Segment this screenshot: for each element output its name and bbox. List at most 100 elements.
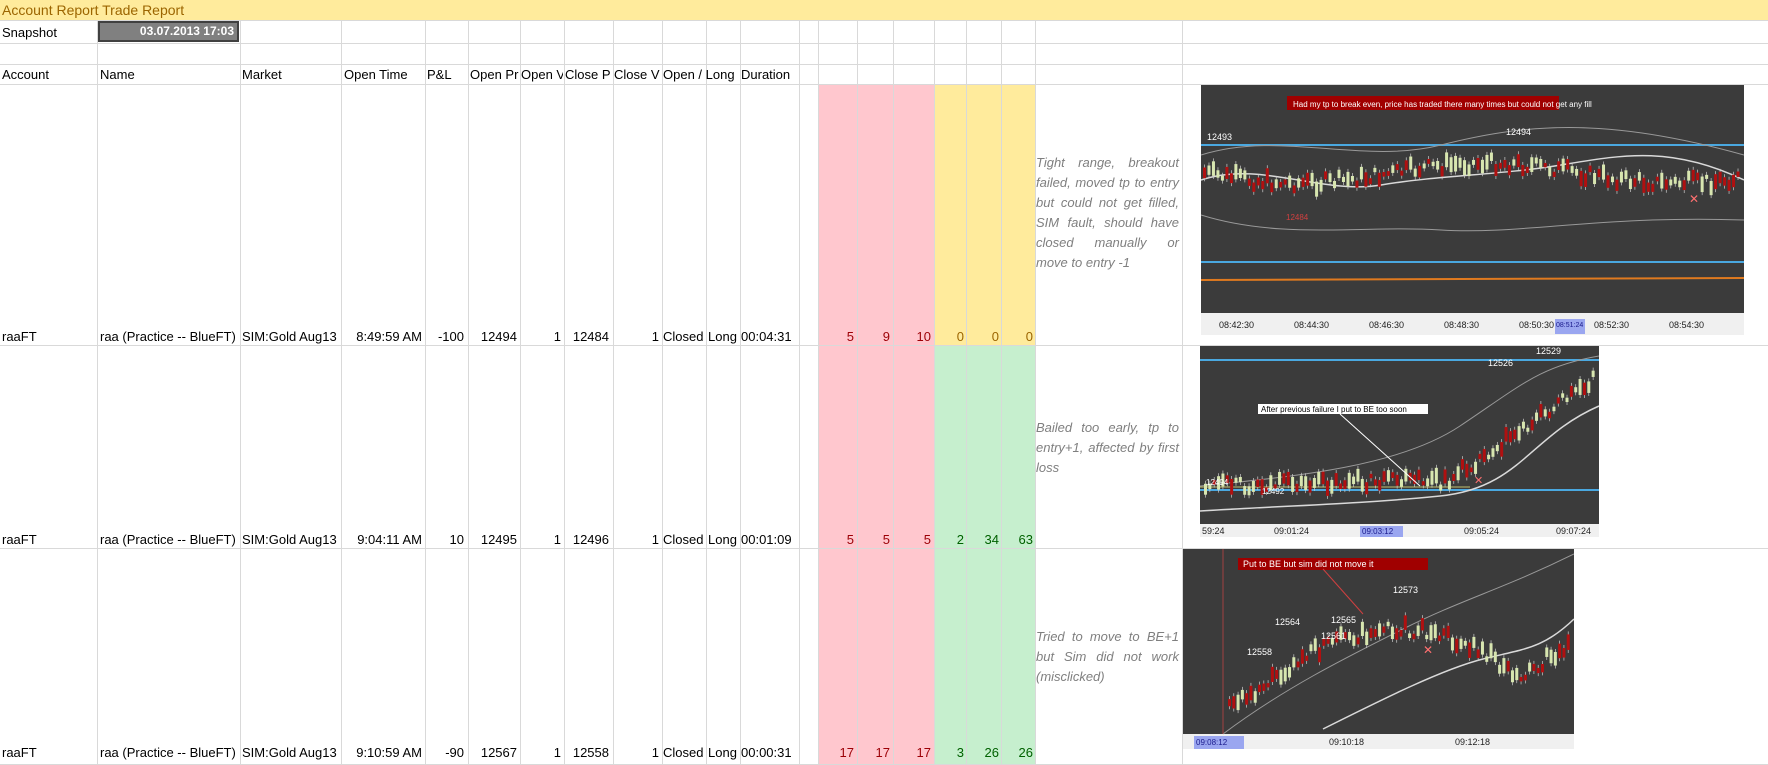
cell-open-volume[interactable]: 1 <box>521 328 561 346</box>
candle-body <box>1678 180 1682 188</box>
cell-metric-red[interactable]: 5 <box>894 531 931 549</box>
cell-open-time[interactable]: 9:04:11 AM <box>342 531 422 549</box>
cell-metric-red[interactable]: 9 <box>858 328 890 346</box>
cell-pnl[interactable]: 10 <box>426 531 464 549</box>
cell-pnl[interactable]: -90 <box>426 744 464 762</box>
cell-open-price[interactable]: 12494 <box>469 328 517 346</box>
cell-side[interactable]: Long <box>708 744 740 762</box>
cell-close-volume[interactable]: 1 <box>614 328 659 346</box>
cell-side[interactable]: Long <box>708 328 740 346</box>
candle-body <box>1552 171 1556 178</box>
cell-account[interactable]: raaFT <box>2 328 96 346</box>
candle-body <box>1487 454 1491 460</box>
chart-2-exit-marker: ✕ <box>1474 475 1483 487</box>
trade-note[interactable]: Bailed too early, tp to entry+1, affecte… <box>1036 418 1179 478</box>
trade-chart-2[interactable]: After previous failure I put to BE too s… <box>1200 346 1599 537</box>
header-open-price[interactable]: Open Pr <box>470 66 519 84</box>
cell-account[interactable]: raaFT <box>2 531 96 549</box>
candle-body <box>1506 660 1510 672</box>
cell-metric-green[interactable]: 63 <box>1002 531 1033 549</box>
candle-body <box>1584 173 1588 187</box>
header-open-time[interactable]: Open Time <box>344 66 424 84</box>
cell-open-time[interactable]: 8:49:59 AM <box>342 328 422 346</box>
chart-3-svg: Put to BE but sim did not move it 12564 … <box>1183 549 1574 749</box>
header-account[interactable]: Account <box>2 66 97 84</box>
header-pnl[interactable]: P&L <box>427 66 467 84</box>
cell-metric-green[interactable]: 2 <box>935 531 964 549</box>
cell-metric-green[interactable]: 0 <box>967 328 999 346</box>
cell-duration[interactable]: 00:00:31 <box>741 744 799 762</box>
cell-status[interactable]: Closed <box>663 328 706 346</box>
cell-close-price[interactable]: 12496 <box>565 531 609 549</box>
cell-duration[interactable]: 00:01:09 <box>741 531 799 549</box>
header-open-long[interactable]: Open / Long <box>663 66 741 84</box>
header-close-volume[interactable]: Close V <box>614 66 661 84</box>
candle-body <box>1513 429 1517 440</box>
cell-open-price[interactable]: 12567 <box>469 744 517 762</box>
grid-column-line <box>706 20 707 765</box>
cell-close-price[interactable]: 12558 <box>565 744 609 762</box>
chart-2-price-label: 12494 <box>1206 478 1229 487</box>
candle-body <box>1234 164 1238 180</box>
candle-body <box>1341 176 1345 183</box>
header-duration[interactable]: Duration <box>741 66 801 84</box>
candle-body <box>1669 179 1673 186</box>
cell-metric-green[interactable]: 26 <box>967 744 999 762</box>
cell-open-price[interactable]: 12495 <box>469 531 517 549</box>
cell-open-volume[interactable]: 1 <box>521 531 561 549</box>
chart-1-price-label: 12493 <box>1207 132 1232 142</box>
chart-3-price-label: 12561 <box>1321 631 1346 641</box>
candle-body <box>1570 166 1574 173</box>
candle-body <box>1651 183 1655 192</box>
cell-metric-red[interactable]: 10 <box>894 328 931 346</box>
snapshot-value-cell[interactable]: 03.07.2013 17:03 <box>98 21 239 42</box>
cell-metric-green[interactable]: 0 <box>1002 328 1033 346</box>
cell-open-time[interactable]: 9:10:59 AM <box>342 744 422 762</box>
trade-note[interactable]: Tight range, breakout failed, moved tp t… <box>1036 153 1179 273</box>
cell-metric-green[interactable]: 26 <box>1002 744 1033 762</box>
cell-pnl[interactable]: -100 <box>426 328 464 346</box>
cell-name[interactable]: raa (Practice -- BlueFT) <box>100 531 240 549</box>
cell-name[interactable]: raa (Practice -- BlueFT) <box>100 744 240 762</box>
cell-metric-red[interactable]: 5 <box>858 531 890 549</box>
trade-chart-1[interactable]: Had my tp to break even, price has trade… <box>1201 85 1744 335</box>
candle-body <box>1356 468 1360 482</box>
cell-side[interactable]: Long <box>708 531 740 549</box>
cell-market[interactable]: SIM:Gold Aug13 <box>242 744 340 762</box>
candle-body <box>1543 162 1547 168</box>
cell-market[interactable]: SIM:Gold Aug13 <box>242 531 340 549</box>
header-close-price[interactable]: Close P <box>565 66 612 84</box>
header-open-volume[interactable]: Open V <box>521 66 563 84</box>
header-market[interactable]: Market <box>242 66 340 84</box>
candle-body <box>1279 181 1283 188</box>
cell-name[interactable]: raa (Practice -- BlueFT) <box>100 328 240 346</box>
cell-metric-red[interactable]: 5 <box>819 531 854 549</box>
cell-metric-red[interactable]: 5 <box>819 328 854 346</box>
chart-3-time-label: 09:08:12 <box>1196 738 1228 747</box>
cell-status[interactable]: Closed <box>663 531 706 549</box>
grid-column-line <box>934 20 935 765</box>
cell-duration[interactable]: 00:04:31 <box>741 328 799 346</box>
header-name[interactable]: Name <box>100 66 240 84</box>
cell-metric-red[interactable]: 17 <box>819 744 854 762</box>
candle-body <box>1274 179 1278 189</box>
candle-body <box>1236 694 1240 711</box>
candle-body <box>1238 476 1242 483</box>
cell-metric-red[interactable]: 17 <box>858 744 890 762</box>
cell-close-volume[interactable]: 1 <box>614 531 659 549</box>
candle-body <box>1438 635 1442 642</box>
cell-metric-red[interactable]: 17 <box>894 744 931 762</box>
candle-body <box>1709 180 1713 196</box>
cell-metric-green[interactable]: 34 <box>967 531 999 549</box>
cell-metric-green[interactable]: 0 <box>935 328 964 346</box>
cell-close-price[interactable]: 12484 <box>565 328 609 346</box>
trade-chart-3[interactable]: Put to BE but sim did not move it 12564 … <box>1183 549 1574 749</box>
cell-close-volume[interactable]: 1 <box>614 744 659 762</box>
cell-market[interactable]: SIM:Gold Aug13 <box>242 328 340 346</box>
candle-body <box>1325 480 1329 496</box>
cell-metric-green[interactable]: 3 <box>935 744 964 762</box>
cell-account[interactable]: raaFT <box>2 744 96 762</box>
cell-open-volume[interactable]: 1 <box>521 744 561 762</box>
cell-status[interactable]: Closed <box>663 744 706 762</box>
trade-note[interactable]: Tried to move to BE+1 but Sim did not wo… <box>1036 627 1179 687</box>
